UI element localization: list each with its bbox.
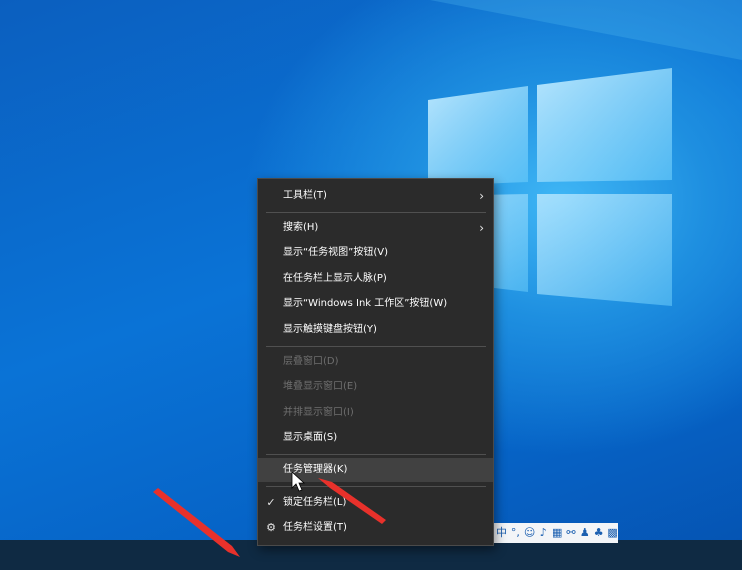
skin-icon[interactable]: ♣ bbox=[593, 525, 604, 541]
menu-item-label: 层叠窗口(D) bbox=[283, 356, 339, 367]
ime-chinese-mode-icon[interactable]: 中 bbox=[496, 525, 507, 541]
user-icon[interactable]: ♟ bbox=[579, 525, 590, 541]
taskbar-context-menu: 工具栏(T) › 搜索(H) › 显示“任务视图”按钮(V) 在任务栏上显示人脉… bbox=[257, 178, 494, 546]
menu-item-show-desktop[interactable]: 显示桌面(S) bbox=[258, 426, 493, 450]
grid-icon[interactable]: ▩ bbox=[607, 525, 618, 541]
menu-item-label: 任务管理器(K) bbox=[283, 464, 348, 475]
menu-item-label: 堆叠显示窗口(E) bbox=[283, 381, 358, 392]
menu-separator bbox=[266, 454, 486, 455]
gear-icon: ⚙ bbox=[266, 521, 276, 534]
menu-item-label: 在任务栏上显示人脉(P) bbox=[283, 273, 387, 284]
menu-item-search[interactable]: 搜索(H) › bbox=[258, 216, 493, 240]
menu-item-taskbar-settings[interactable]: ⚙ 任务栏设置(T) bbox=[258, 516, 493, 540]
menu-item-toolbars[interactable]: 工具栏(T) › bbox=[258, 184, 493, 208]
menu-item-side-by-side-windows: 并排显示窗口(I) bbox=[258, 401, 493, 425]
menu-item-task-manager[interactable]: 任务管理器(K) bbox=[258, 458, 493, 482]
menu-item-label: 工具栏(T) bbox=[283, 190, 327, 201]
emoji-icon[interactable]: ☺ bbox=[524, 525, 535, 541]
menu-item-label: 搜索(H) bbox=[283, 222, 319, 233]
menu-item-show-touch-keyboard-button[interactable]: 显示触摸键盘按钮(Y) bbox=[258, 318, 493, 342]
menu-separator bbox=[266, 346, 486, 347]
menu-item-lock-taskbar[interactable]: ✓ 锁定任务栏(L) bbox=[258, 491, 493, 515]
menu-item-stack-windows: 堆叠显示窗口(E) bbox=[258, 375, 493, 399]
menu-item-label: 显示触摸键盘按钮(Y) bbox=[283, 324, 377, 335]
menu-item-label: 显示“任务视图”按钮(V) bbox=[283, 247, 389, 258]
menu-item-label: 锁定任务栏(L) bbox=[283, 497, 347, 508]
menu-item-show-task-view-button[interactable]: 显示“任务视图”按钮(V) bbox=[258, 241, 493, 265]
menu-item-show-windows-ink-button[interactable]: 显示“Windows Ink 工作区”按钮(W) bbox=[258, 292, 493, 316]
punctuation-icon[interactable]: °, bbox=[510, 525, 521, 541]
menu-item-label: 显示“Windows Ink 工作区”按钮(W) bbox=[283, 298, 448, 309]
ime-tools-icon[interactable]: ⚯ bbox=[566, 525, 577, 541]
menu-separator bbox=[266, 486, 486, 487]
checkmark-icon: ✓ bbox=[266, 496, 276, 509]
menu-item-show-people[interactable]: 在任务栏上显示人脉(P) bbox=[258, 267, 493, 291]
keyboard-icon[interactable]: ▦ bbox=[552, 525, 563, 541]
chevron-right-icon: › bbox=[479, 221, 484, 235]
microphone-icon[interactable]: ♪ bbox=[538, 525, 549, 541]
menu-item-cascade-windows: 层叠窗口(D) bbox=[258, 350, 493, 374]
menu-item-label: 显示桌面(S) bbox=[283, 432, 338, 443]
menu-separator bbox=[266, 212, 486, 213]
menu-item-label: 并排显示窗口(I) bbox=[283, 407, 354, 418]
chevron-right-icon: › bbox=[479, 189, 484, 203]
menu-item-label: 任务栏设置(T) bbox=[283, 522, 347, 533]
system-tray[interactable]: 中 °, ☺ ♪ ▦ ⚯ ♟ ♣ ▩ bbox=[494, 523, 618, 543]
